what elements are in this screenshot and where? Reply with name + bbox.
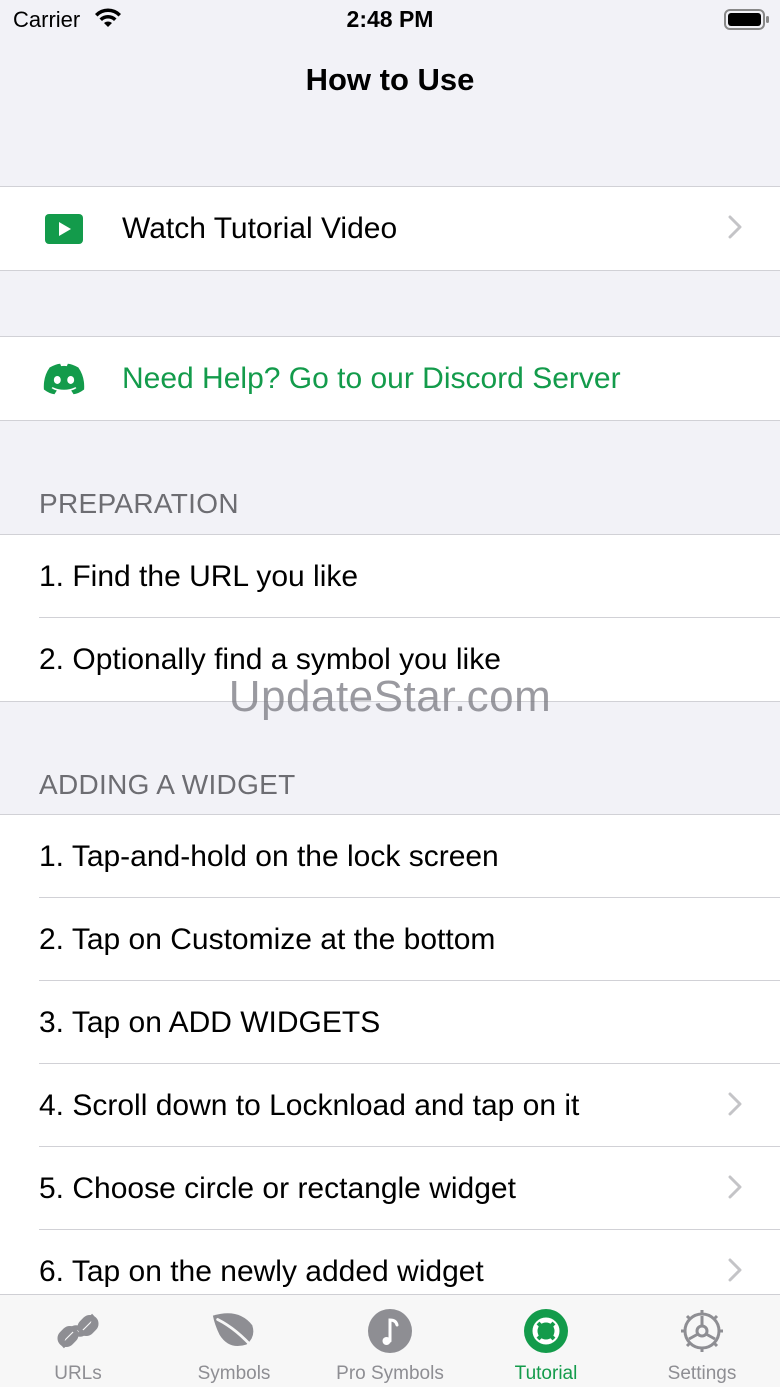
- list-item[interactable]: 5. Choose circle or rectangle widget: [0, 1147, 780, 1230]
- tab-tutorial[interactable]: Tutorial: [468, 1295, 624, 1387]
- page-title: How to Use: [305, 62, 475, 97]
- play-video-icon: [42, 207, 86, 251]
- list-item[interactable]: 2. Tap on Customize at the bottom: [0, 898, 780, 981]
- list-item-label: 4. Scroll down to Locknload and tap on i…: [39, 1088, 580, 1122]
- list-item[interactable]: 3. Tap on ADD WIDGETS: [0, 981, 780, 1064]
- watermark: UpdateStar.com: [228, 672, 552, 721]
- list-item-label: 2. Tap on Customize at the bottom: [39, 922, 496, 956]
- status-bar: Carrier 2:48 PM: [0, 0, 780, 40]
- tab-label: Settings: [667, 1363, 737, 1384]
- leaf-icon: [210, 1307, 258, 1355]
- tab-label: Symbols: [197, 1363, 271, 1384]
- discord-icon: [42, 357, 86, 401]
- list-item-label: 6. Tap on the newly added widget: [39, 1254, 484, 1288]
- status-time: 2:48 PM: [346, 6, 434, 32]
- discord-help-row[interactable]: Need Help? Go to our Discord Server: [0, 337, 780, 420]
- link-icon: [54, 1307, 102, 1355]
- tab-urls[interactable]: URLs: [0, 1295, 156, 1387]
- battery-icon: [724, 9, 770, 36]
- gear-icon: [678, 1307, 726, 1355]
- discord-help-group: Need Help? Go to our Discord Server: [0, 336, 780, 421]
- watch-tutorial-label: Watch Tutorial Video: [122, 211, 398, 245]
- adding-widget-group: 1. Tap-and-hold on the lock screen 2. Ta…: [0, 814, 780, 1295]
- tab-symbols[interactable]: Symbols: [156, 1295, 312, 1387]
- list-item-label: 3. Tap on ADD WIDGETS: [39, 1005, 381, 1039]
- tab-bar: URLs Symbols Pro Symbols Tutorial Settin…: [0, 1294, 780, 1387]
- music-note-circle-icon: [366, 1307, 414, 1355]
- preparation-header: PREPARATION: [39, 488, 239, 519]
- tutorial-video-group: Watch Tutorial Video: [0, 186, 780, 271]
- list-item-label: 1. Find the URL you like: [39, 559, 359, 593]
- tab-pro-symbols[interactable]: Pro Symbols: [312, 1295, 468, 1387]
- list-item-label: 5. Choose circle or rectangle widget: [39, 1171, 516, 1205]
- list-item[interactable]: 6. Tap on the newly added widget: [0, 1230, 780, 1295]
- tab-label: Tutorial: [514, 1363, 578, 1384]
- chevron-right-icon: [728, 1175, 742, 1204]
- tab-label: URLs: [54, 1363, 102, 1384]
- lifebuoy-icon: [522, 1307, 570, 1355]
- adding-widget-header: ADDING A WIDGET: [39, 769, 296, 800]
- list-item[interactable]: 1. Find the URL you like: [0, 535, 780, 618]
- list-item-label: 1. Tap-and-hold on the lock screen: [39, 839, 499, 873]
- chevron-right-icon: [728, 215, 742, 244]
- chevron-right-icon: [728, 1258, 742, 1287]
- chevron-right-icon: [728, 1092, 742, 1121]
- tab-settings[interactable]: Settings: [624, 1295, 780, 1387]
- list-item[interactable]: 1. Tap-and-hold on the lock screen: [0, 815, 780, 898]
- list-item[interactable]: 4. Scroll down to Locknload and tap on i…: [0, 1064, 780, 1147]
- tab-label: Pro Symbols: [336, 1363, 444, 1384]
- discord-help-link: Need Help? Go to our Discord Server: [122, 361, 621, 395]
- watch-tutorial-row[interactable]: Watch Tutorial Video: [0, 187, 780, 270]
